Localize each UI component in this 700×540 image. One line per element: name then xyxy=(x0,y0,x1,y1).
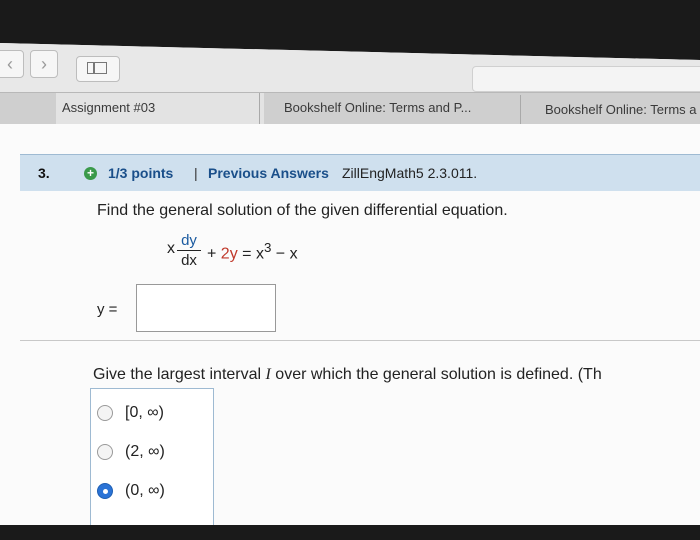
fraction-denominator: dx xyxy=(181,252,197,269)
page-content: 3. + 1/3 points | Previous Answers ZillE… xyxy=(0,124,700,525)
question-number: 3. xyxy=(38,165,50,181)
answer-input[interactable] xyxy=(136,284,276,332)
sidebar-icon xyxy=(87,62,107,74)
equation-x: x xyxy=(167,240,175,257)
radio-button[interactable] xyxy=(97,444,113,460)
address-bar[interactable] xyxy=(472,66,700,92)
option-2-inf[interactable]: (2, ∞) xyxy=(97,440,165,464)
chevron-right-icon: › xyxy=(41,54,47,74)
radio-button[interactable] xyxy=(97,405,113,421)
sidebar-toggle-button[interactable] xyxy=(76,56,120,82)
tab-label: Bookshelf Online: Terms and P... xyxy=(284,100,472,115)
equation-rest: + 2y = x3 − x xyxy=(207,240,298,263)
forward-button[interactable]: › xyxy=(30,50,58,78)
section-divider xyxy=(20,340,700,341)
equation-rhs: = x xyxy=(237,245,264,263)
derivative-fraction: dy dx xyxy=(177,232,201,269)
browser-screen: ‹ › Assignment #03 Bookshelf Online: Ter… xyxy=(0,43,700,525)
equation-plus: + xyxy=(207,245,221,263)
interval-options: [0, ∞) (2, ∞) (0, ∞) xyxy=(90,388,214,525)
previous-answers-link[interactable]: Previous Answers xyxy=(208,165,329,181)
tab-bar: Assignment #03 Bookshelf Online: Terms a… xyxy=(0,92,700,127)
chevron-left-icon: ‹ xyxy=(7,54,13,74)
interval-prompt-start: Give the largest interval xyxy=(93,366,266,383)
option-label: (0, ∞) xyxy=(125,482,165,499)
equation-tail: − x xyxy=(271,245,298,263)
option-label: (2, ∞) xyxy=(125,443,165,460)
question-header: 3. + 1/3 points | Previous Answers ZillE… xyxy=(20,154,700,191)
question-prompt: Find the general solution of the given d… xyxy=(97,202,508,219)
fraction-numerator: dy xyxy=(181,232,197,249)
question-source: ZillEngMath5 2.3.011. xyxy=(342,165,478,181)
interval-prompt-end: over which the general solution is defin… xyxy=(270,366,602,383)
tab-label: Bookshelf Online: Terms a xyxy=(545,102,697,117)
option-0-inf-closed[interactable]: [0, ∞) xyxy=(97,401,164,425)
option-0-inf-open[interactable]: (0, ∞) xyxy=(97,479,165,503)
question-points: 1/3 points xyxy=(108,165,174,181)
tab-label: Assignment #03 xyxy=(62,100,156,115)
radio-button-selected[interactable] xyxy=(97,483,113,499)
tab-bookshelf-1[interactable]: Bookshelf Online: Terms and P... xyxy=(259,93,526,125)
tab-assignment[interactable]: Assignment #03 xyxy=(56,93,264,125)
interval-prompt: Give the largest interval I over which t… xyxy=(93,366,602,384)
expand-plus-icon[interactable]: + xyxy=(84,166,97,180)
back-button[interactable]: ‹ xyxy=(0,50,24,78)
answer-label: y = xyxy=(97,301,118,318)
header-divider: | xyxy=(194,165,198,181)
fraction-bar xyxy=(177,250,201,251)
equation-coefficient: 2y xyxy=(220,245,238,263)
tab-bookshelf-2[interactable]: Bookshelf Online: Terms a xyxy=(520,95,700,127)
option-label: [0, ∞) xyxy=(125,404,164,421)
